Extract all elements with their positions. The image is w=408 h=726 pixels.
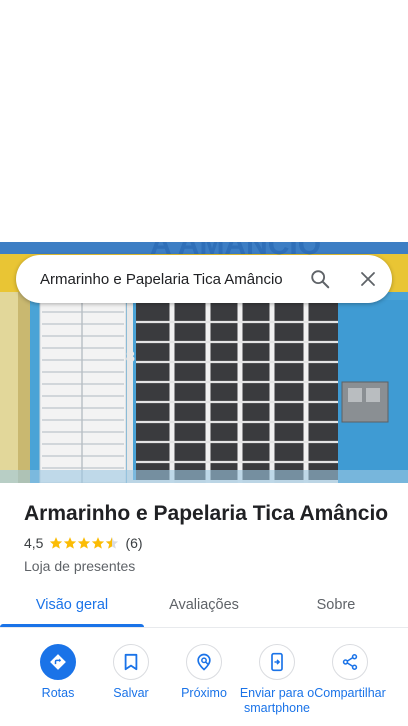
directions-label: Rotas: [41, 686, 75, 700]
search-bar[interactable]: Armarinho e Papelaria Tica Amâncio: [16, 255, 392, 303]
send-to-phone-icon[interactable]: [259, 644, 295, 680]
action-bar: Rotas Salvar Próximo Enviar para o smart…: [0, 644, 408, 726]
search-icon[interactable]: [296, 255, 344, 303]
share-icon[interactable]: [332, 644, 368, 680]
close-icon[interactable]: [344, 255, 392, 303]
directions-button[interactable]: Rotas: [18, 644, 98, 701]
star-full-icon: [78, 537, 91, 549]
rating-row[interactable]: 4,5 (6): [24, 534, 394, 552]
directions-icon[interactable]: [40, 644, 76, 680]
send-to-phone-label: Enviar para o smartphone: [239, 686, 315, 715]
place-tabs: Visão geral Avaliações Sobre: [0, 585, 408, 628]
star-full-icon: [92, 537, 105, 549]
search-input[interactable]: Armarinho e Papelaria Tica Amâncio: [40, 271, 296, 288]
share-button[interactable]: Compartilhar: [310, 644, 390, 701]
send-to-phone-button[interactable]: Enviar para o smartphone: [237, 644, 317, 716]
nearby-label: Próximo: [181, 686, 227, 700]
place-title: Armarinho e Papelaria Tica Amâncio: [24, 502, 389, 525]
door-number-text: 8: [126, 349, 135, 366]
nearby-button[interactable]: Próximo: [164, 644, 244, 701]
tab-overview[interactable]: Visão geral: [0, 585, 144, 627]
star-full-icon: [64, 537, 77, 549]
tab-about[interactable]: Sobre: [264, 585, 408, 625]
bookmark-icon[interactable]: [113, 644, 149, 680]
tab-reviews[interactable]: Avaliações: [144, 585, 264, 625]
place-page: A AMÂNCIO 8 Armarinho e Papelaria Tica A…: [0, 0, 408, 726]
save-button[interactable]: Salvar: [91, 644, 171, 701]
place-info: Armarinho e Papelaria Tica Amâncio 4,5 (…: [24, 500, 394, 574]
star-full-icon: [50, 537, 63, 549]
save-label: Salvar: [113, 686, 149, 700]
star-rating: [49, 536, 119, 550]
place-category[interactable]: Loja de presentes: [24, 558, 394, 574]
rating-value: 4,5: [24, 535, 44, 551]
share-label: Compartilhar: [314, 686, 386, 700]
review-count[interactable]: (6): [125, 535, 142, 551]
star-half-icon: [106, 537, 119, 549]
nearby-icon[interactable]: [186, 644, 222, 680]
